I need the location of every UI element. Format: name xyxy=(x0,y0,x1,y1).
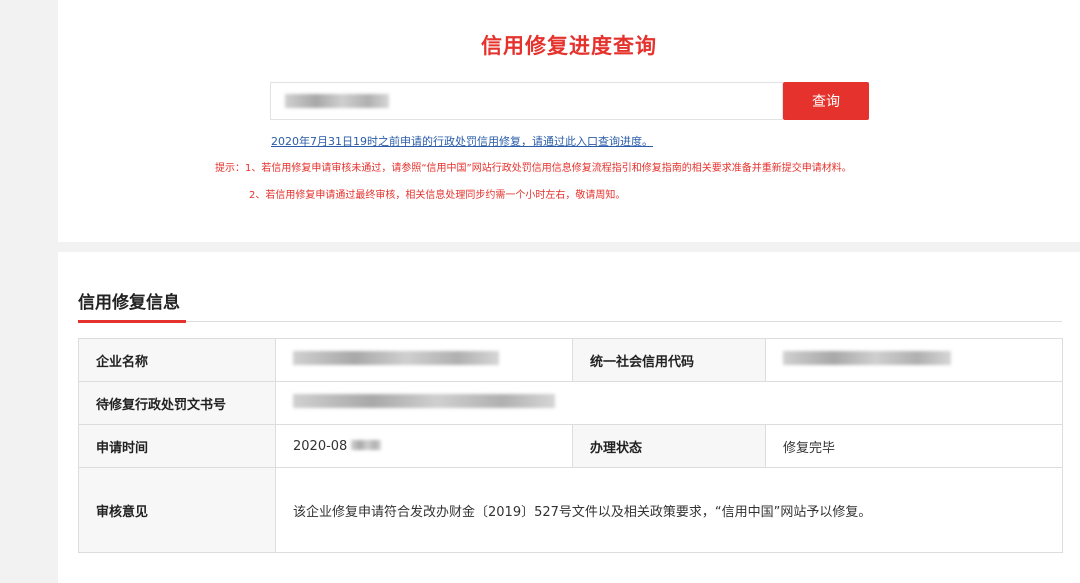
status-label: 办理状态 xyxy=(572,424,766,468)
legacy-query-link[interactable]: 2020年7月31日19时之前申请的行政处罚信用修复，请通过此入口查询进度。 xyxy=(271,133,653,149)
query-panel: 信用修复进度查询 查询 2020年7月31日19时之前申请的行政处罚信用修复，请… xyxy=(58,0,1080,242)
table-row: 企业名称 统一社会信用代码 xyxy=(78,338,1063,382)
status-value: 修复完毕 xyxy=(765,424,1063,468)
doc-number-label: 待修复行政处罚文书号 xyxy=(78,381,276,425)
redacted-query-text xyxy=(285,94,389,108)
section-divider xyxy=(78,321,1062,322)
table-row: 待修复行政处罚文书号 xyxy=(78,381,1063,425)
redacted-doc-number xyxy=(293,394,555,408)
section-title: 信用修复信息 xyxy=(78,293,180,313)
redacted-company-name xyxy=(293,351,499,365)
table-row: 审核意见 该企业修复申请符合发改办财金〔2019〕527号文件以及相关政策要求，… xyxy=(78,467,1063,553)
search-input[interactable] xyxy=(270,82,783,120)
company-name-value xyxy=(275,338,573,382)
redacted-credit-code xyxy=(783,351,951,365)
apply-time-label: 申请时间 xyxy=(78,424,276,468)
section-title-underline xyxy=(78,320,186,323)
tip-line-2: 2、若信用修复申请通过最终审核，相关信息处理同步约需一个小时左右，敬请周知。 xyxy=(249,190,626,201)
review-value: 该企业修复申请符合发改办财金〔2019〕527号文件以及相关政策要求，“信用中国… xyxy=(275,467,1063,553)
page-title: 信用修复进度查询 xyxy=(481,34,657,58)
repair-info-panel: 信用修复信息 企业名称 统一社会信用代码 待修复行政处罚文书号 申请时间 202… xyxy=(58,252,1080,583)
redacted-apply-time xyxy=(351,439,382,450)
review-label: 审核意见 xyxy=(78,467,276,553)
tip-line-1: 提示：1、若信用修复申请审核未通过，请参照“信用中国”网站行政处罚信用信息修复流… xyxy=(215,163,852,174)
search-button[interactable]: 查询 xyxy=(783,82,869,120)
company-name-label: 企业名称 xyxy=(78,338,276,382)
table-row: 申请时间 2020-08 办理状态 修复完毕 xyxy=(78,424,1063,468)
repair-info-table: 企业名称 统一社会信用代码 待修复行政处罚文书号 申请时间 2020-08 办理… xyxy=(78,338,1063,553)
apply-time-text: 2020-08 xyxy=(293,438,348,454)
doc-number-value xyxy=(275,381,1063,425)
apply-time-value: 2020-08 xyxy=(275,424,573,468)
credit-code-value xyxy=(765,338,1063,382)
credit-code-label: 统一社会信用代码 xyxy=(572,338,766,382)
